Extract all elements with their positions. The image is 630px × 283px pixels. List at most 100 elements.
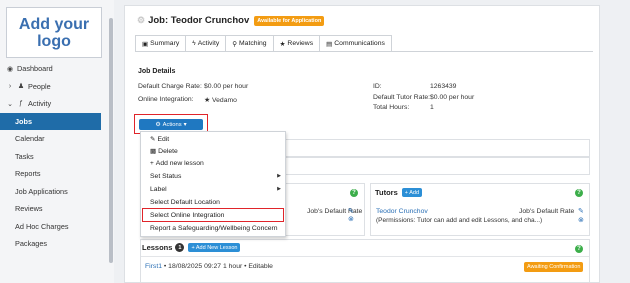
- default-charge-rate-label: Default Charge Rate:: [138, 83, 202, 90]
- menu-item-label: Set Status: [150, 173, 182, 180]
- plus-icon: +: [191, 244, 195, 251]
- menu-item-delete[interactable]: ▩ Delete: [150, 147, 178, 156]
- lesson-row[interactable]: First1 • 18/08/2025 09:27 1 hour • Edita…: [145, 263, 273, 270]
- job-id-row: ID: 1263439: [373, 83, 456, 90]
- sidebar-item-tasks[interactable]: Tasks: [0, 148, 108, 166]
- tab-label: Communications: [334, 40, 385, 47]
- edit-icon[interactable]: ✎: [348, 207, 354, 215]
- logo-text: Add your logo: [18, 15, 90, 50]
- lesson-link[interactable]: First1: [145, 263, 162, 270]
- sidebar-nav: ◉ Dashboard › ♟ People ⌄ ƒ Activity Jobs…: [0, 60, 108, 253]
- sidebar-item-calendar[interactable]: Calendar: [0, 130, 108, 148]
- tab-activity[interactable]: ϟ Activity: [185, 35, 227, 51]
- sidebar-item-dashboard[interactable]: ◉ Dashboard: [0, 60, 108, 78]
- add-new-lesson-label: Add New Lesson: [195, 244, 238, 251]
- highlight-select-online-integration: [142, 208, 284, 222]
- students-rate-label: Job's Default Rate: [307, 208, 363, 215]
- sidebar-item-people[interactable]: › ♟ People: [0, 78, 108, 96]
- tab-label: Matching: [239, 40, 267, 47]
- submenu-arrow-icon: ▶: [277, 173, 281, 179]
- sidebar: Add your logo ◉ Dashboard › ♟ People ⌄ ƒ…: [0, 0, 108, 283]
- help-icon[interactable]: ?: [350, 189, 358, 197]
- tutor-permissions: (Permissions: Tutor can add and edit Les…: [376, 217, 543, 224]
- remove-icon[interactable]: ⊗: [578, 216, 584, 224]
- tab-label: Activity: [197, 40, 220, 47]
- menu-item-select-default-location[interactable]: Select Default Location: [150, 199, 220, 206]
- gear-icon: ⚙: [137, 15, 146, 25]
- tutors-heading: Tutors: [375, 188, 398, 197]
- matching-icon: ⚲: [232, 40, 237, 48]
- tutor-rate-label: Job's Default Rate: [519, 208, 575, 215]
- online-integration-value-wrap: ★ Vedamo: [204, 96, 237, 104]
- tab-bar: ▣ Summary ϟ Activity ⚲ Matching ★ Review…: [135, 35, 392, 51]
- menu-item-label: Report a Safeguarding/Wellbeing Concern: [150, 225, 278, 232]
- sidebar-item-reviews[interactable]: Reviews: [0, 200, 108, 218]
- menu-item-set-status[interactable]: Set Status: [150, 173, 278, 180]
- chevron-down-icon: ⌄: [7, 100, 13, 108]
- submenu-arrow-icon: ▶: [277, 186, 281, 192]
- online-integration-row: Online Integration: ★ Vedamo: [138, 96, 237, 104]
- activity-icon: ƒ: [19, 100, 23, 108]
- awaiting-confirmation-badge: Awaiting Confirmation: [524, 262, 584, 272]
- tab-summary[interactable]: ▣ Summary: [135, 35, 187, 51]
- job-details-title: Job Details: [138, 68, 176, 75]
- edit-icon[interactable]: ✎: [578, 207, 584, 215]
- page-title: ⚙ Job: Teodor Crunchov Available for App…: [137, 15, 325, 26]
- page-gutter: [604, 0, 630, 283]
- sidebar-item-activity[interactable]: ⌄ ƒ Activity: [0, 95, 108, 113]
- total-hours-value: 1: [430, 104, 434, 111]
- tutors-title: Tutors + Add: [375, 188, 423, 197]
- lessons-title: Lessons 1 + Add New Lesson: [142, 243, 241, 252]
- total-hours-label: Total Hours:: [373, 104, 410, 111]
- plus-icon: +: [150, 160, 154, 167]
- menu-item-add-new-lesson[interactable]: + Add new lesson: [150, 160, 204, 167]
- tab-reviews[interactable]: ★ Reviews: [272, 35, 321, 51]
- default-tutor-rate-value: $0.00 per hour: [430, 94, 475, 101]
- default-tutor-rate-row: Default Tutor Rate: $0.00 per hour: [373, 94, 474, 101]
- menu-item-report-safeguarding[interactable]: Report a Safeguarding/Wellbeing Concern: [150, 225, 278, 232]
- summary-icon: ▣: [142, 40, 149, 48]
- sidebar-item-jobs[interactable]: Jobs: [0, 112, 101, 130]
- remove-icon[interactable]: ⊗: [348, 215, 354, 223]
- add-new-lesson-button[interactable]: + Add New Lesson: [188, 243, 241, 252]
- tutor-name-link[interactable]: Teodor Crunchov: [376, 208, 428, 215]
- menu-item-label: Add new lesson: [155, 160, 204, 167]
- sidebar-item-job-applications[interactable]: Job Applications: [0, 183, 108, 201]
- menu-item-label: Label: [150, 186, 167, 193]
- star-icon: ★: [279, 40, 286, 48]
- add-tutor-button[interactable]: + Add: [401, 188, 423, 197]
- sidebar-item-reports[interactable]: Reports: [0, 165, 108, 183]
- menu-item-edit[interactable]: ✎ Edit: [150, 135, 169, 144]
- default-charge-rate-value: $0.00 per hour: [204, 83, 249, 90]
- lessons-count-badge: 1: [175, 243, 185, 252]
- help-icon[interactable]: ?: [575, 245, 583, 253]
- sidebar-scroll-thumb[interactable]: [109, 18, 113, 263]
- sidebar-item-label: Dashboard: [17, 64, 53, 74]
- edit-icon: ✎: [150, 136, 156, 143]
- menu-item-label-submenu[interactable]: Label: [150, 186, 167, 193]
- add-tutor-label: Add: [409, 189, 420, 196]
- job-id-label: ID:: [373, 83, 382, 90]
- lessons-divider: [141, 256, 589, 257]
- tab-matching[interactable]: ⚲ Matching: [225, 35, 274, 51]
- dashboard-icon: ◉: [6, 65, 14, 73]
- trash-icon: ▩: [150, 148, 157, 155]
- lessons-heading: Lessons: [142, 243, 173, 252]
- tabs-divider: [135, 51, 593, 52]
- logo-placeholder[interactable]: Add your logo: [6, 7, 102, 58]
- tab-label: Summary: [150, 40, 180, 47]
- online-integration-value: Vedamo: [211, 97, 237, 104]
- total-hours-row: Total Hours: 1: [373, 104, 434, 111]
- sidebar-item-ad-hoc-charges[interactable]: Ad Hoc Charges: [0, 218, 108, 236]
- activity-icon: ϟ: [192, 40, 196, 47]
- job-id-value: 1263439: [430, 83, 457, 90]
- sidebar-item-packages[interactable]: Packages: [0, 235, 108, 253]
- job-title: Job: Teodor Crunchov: [148, 15, 250, 26]
- help-icon[interactable]: ?: [575, 189, 583, 197]
- star-icon: ★: [204, 97, 211, 104]
- sidebar-item-label: People: [28, 81, 51, 91]
- menu-item-label: Delete: [158, 147, 178, 155]
- plus-icon: +: [404, 189, 408, 196]
- lesson-details: • 18/08/2025 09:27 1 hour • Editable: [163, 263, 273, 270]
- tab-communications[interactable]: ▤ Communications: [319, 35, 392, 51]
